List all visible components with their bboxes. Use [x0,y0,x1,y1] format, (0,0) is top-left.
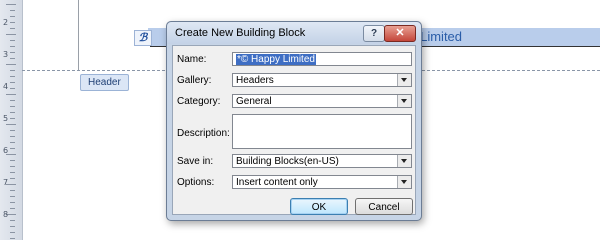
ruler-tick [10,226,15,227]
ruler-tick [10,76,15,77]
ruler-tick [10,70,15,71]
ruler-tick [10,88,15,89]
page-margin-guide [78,0,79,70]
save-in-label: Save in: [177,156,214,167]
cancel-button[interactable]: Cancel [355,198,413,215]
chevron-down-icon[interactable] [397,176,411,188]
ruler-tick [6,34,16,35]
ruler-tick [10,100,15,101]
create-building-block-dialog: Create New Building Block ? ✕ Name: *© H… [166,21,422,221]
ruler-number: 7 [3,178,9,187]
ruler-tick [10,136,15,137]
ruler-tick [10,58,15,59]
category-label: Category: [177,96,221,107]
ruler-tick [10,82,15,83]
ruler-tick [6,124,16,125]
help-button[interactable]: ? [363,25,385,42]
ruler-tick [10,232,15,233]
ruler-tick [10,52,15,53]
ruler-tick [10,10,15,11]
ruler-tick [6,64,16,65]
ruler-tick [10,22,15,23]
name-value: *© Happy Limited [236,54,316,65]
ruler-tick [10,202,15,203]
ruler-number: 3 [3,50,9,59]
ruler-tick [10,172,15,173]
help-icon: ? [370,28,378,39]
ruler-number: 2 [3,18,9,27]
ruler-number: 5 [3,114,9,123]
options-label: Options: [177,177,215,188]
ruler-tick [10,16,15,17]
ruler-tick [10,118,15,119]
gallery-label: Gallery: [177,75,212,86]
ruler-number: 8 [3,210,9,219]
ruler-tick [10,208,15,209]
dialog-titlebar[interactable]: Create New Building Block ? ✕ [167,22,421,44]
ruler-tick [10,160,15,161]
category-select[interactable]: General [232,94,412,108]
options-select[interactable]: Insert content only [232,175,412,189]
ruler-tick [10,40,15,41]
chevron-down-icon[interactable] [397,74,411,86]
company-logo-icon: ℬ [134,30,152,46]
dialog-body: Name: *© Happy Limited Gallery: Headers … [172,45,416,215]
ruler-tick [10,178,15,179]
category-value: General [236,96,272,107]
save-in-select[interactable]: Building Blocks(en-US) [232,154,412,168]
word-document-window: 2345678 ℬ y Limited Header Create New Bu… [0,0,600,240]
description-input[interactable] [232,114,412,149]
vertical-ruler[interactable]: 2 3 4 5 6 7 8 [0,0,23,240]
chevron-down-icon[interactable] [397,155,411,167]
chevron-down-icon[interactable] [397,95,411,107]
close-icon: ✕ [395,27,405,39]
ruler-tick [10,220,15,221]
close-button[interactable]: ✕ [384,25,416,42]
ruler-tick [10,238,15,239]
ruler-number: 4 [3,82,9,91]
ruler-tick [10,190,15,191]
ruler-tick [10,106,15,107]
name-label: Name: [177,54,207,65]
ruler-tick [6,4,16,5]
ruler-tick [10,28,15,29]
header-tag[interactable]: Header [80,74,129,91]
ruler-number: 6 [3,146,9,155]
ruler-tick [10,166,15,167]
ok-button[interactable]: OK [290,198,348,215]
name-input[interactable]: *© Happy Limited [232,52,412,66]
ruler-tick [10,142,15,143]
dialog-title: Create New Building Block [175,27,306,39]
ruler-tick [10,130,15,131]
ruler-tick [10,112,15,113]
gallery-select[interactable]: Headers [232,73,412,87]
ruler-tick [6,94,16,95]
save-in-value: Building Blocks(en-US) [236,156,339,167]
ruler-tick [10,196,15,197]
ruler-tick [10,46,15,47]
ruler-tick [10,148,15,149]
description-label: Description: [177,128,230,139]
gallery-value: Headers [236,75,274,86]
options-value: Insert content only [236,177,318,188]
